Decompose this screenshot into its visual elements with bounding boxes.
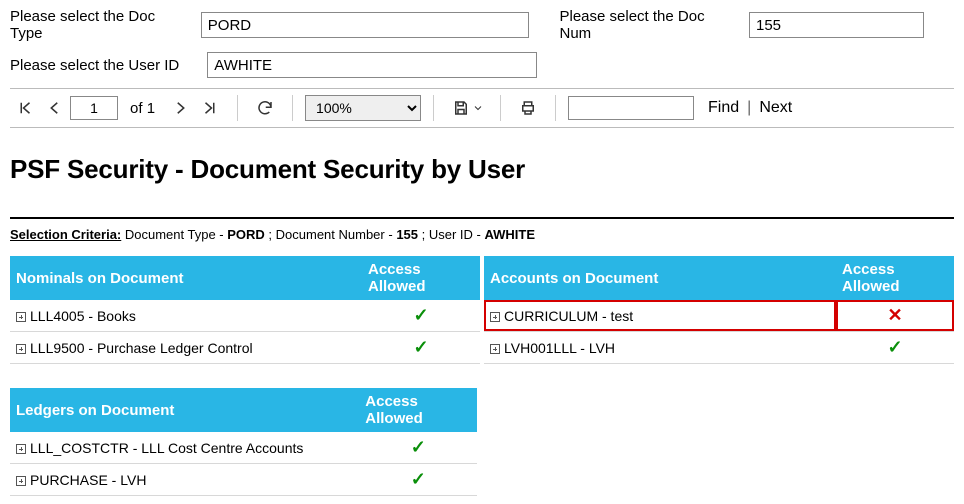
row-access-cell: ✓ (362, 332, 480, 364)
refresh-button[interactable] (254, 97, 276, 119)
row-label-cell: CURRICULUM - test (484, 300, 836, 332)
accounts-hdr-name: Accounts on Document (484, 256, 836, 300)
user-id-input[interactable] (207, 52, 537, 78)
ledgers-hdr-access: Access Allowed (359, 388, 477, 432)
row-label-cell: LLL9500 - Purchase Ledger Control (10, 332, 362, 364)
report-title: PSF Security - Document Security by User (10, 154, 954, 185)
row-access-cell: ✓ (362, 300, 480, 332)
param-row-1: Please select the Doc Type Please select… (10, 8, 954, 42)
title-divider (10, 217, 954, 219)
row-label-cell: LLL_COSTCTR - LLL Cost Centre Accounts (10, 432, 359, 464)
param-row-2: Please select the User ID (10, 52, 954, 78)
nominals-hdr-access: Access Allowed (362, 256, 480, 300)
find-input[interactable] (568, 96, 694, 120)
nominals-table: Nominals on Document Access Allowed LLL4… (10, 256, 480, 364)
tick-icon: ✓ (411, 469, 426, 489)
expand-icon[interactable] (16, 444, 26, 454)
row-access-cell: ✓ (359, 432, 477, 464)
tick-icon: ✓ (411, 437, 426, 457)
first-page-button[interactable] (14, 97, 36, 119)
accounts-hdr-access: Access Allowed (836, 256, 954, 300)
report-toolbar: of 1 100% Find | Next (10, 88, 954, 128)
page-number-input[interactable] (70, 96, 118, 120)
tick-icon: ✓ (887, 337, 902, 357)
expand-icon[interactable] (490, 344, 500, 354)
nominals-hdr-name: Nominals on Document (10, 256, 362, 300)
print-button[interactable] (517, 97, 539, 119)
ledgers-table: Ledgers on Document Access Allowed LLL_C… (10, 388, 477, 496)
selection-criteria: Selection Criteria: Document Type - PORD… (10, 227, 954, 242)
tick-icon: ✓ (413, 337, 428, 357)
row-access-cell: ✕ (836, 300, 954, 332)
table-row[interactable]: PURCHASE - LVH ✓ (10, 464, 477, 496)
table-row[interactable]: LVH001LLL - LVH ✓ (484, 332, 954, 364)
last-page-button[interactable] (199, 97, 221, 119)
next-page-button[interactable] (169, 97, 191, 119)
ledgers-body: LLL_COSTCTR - LLL Cost Centre Accounts✓P… (10, 432, 477, 496)
expand-icon[interactable] (490, 312, 500, 322)
expand-icon[interactable] (16, 344, 26, 354)
prev-page-button[interactable] (44, 97, 66, 119)
row-label-cell: PURCHASE - LVH (10, 464, 359, 496)
find-button[interactable]: Find (708, 99, 739, 117)
row-label-cell: LVH001LLL - LVH (484, 332, 836, 364)
next-button[interactable]: Next (759, 99, 792, 117)
table-row[interactable]: LLL_COSTCTR - LLL Cost Centre Accounts ✓ (10, 432, 477, 464)
find-next-divider: | (747, 99, 751, 117)
doc-num-input[interactable] (749, 12, 924, 38)
zoom-select[interactable]: 100% (305, 95, 421, 121)
tick-icon: ✓ (413, 305, 428, 325)
save-button[interactable] (450, 97, 472, 119)
doc-type-label: Please select the Doc Type (10, 8, 191, 42)
table-row[interactable]: LLL9500 - Purchase Ledger Control ✓ (10, 332, 480, 364)
table-row[interactable]: LLL4005 - Books ✓ (10, 300, 480, 332)
accounts-body: CURRICULUM - test ✕ LVH001LLL - LVH ✓ (484, 300, 954, 364)
table-row[interactable]: CURRICULUM - test ✕ (484, 300, 954, 332)
save-dropdown-icon[interactable] (472, 97, 484, 119)
row-label-cell: LLL4005 - Books (10, 300, 362, 332)
nominals-body: LLL4005 - Books✓LLL9500 - Purchase Ledge… (10, 300, 480, 364)
accounts-table: Accounts on Document Access Allowed CURR… (484, 256, 954, 364)
ledgers-hdr-name: Ledgers on Document (10, 388, 359, 432)
expand-icon[interactable] (16, 312, 26, 322)
user-id-label: Please select the User ID (10, 57, 179, 74)
row-access-cell: ✓ (836, 332, 954, 364)
row-access-cell: ✓ (359, 464, 477, 496)
doc-num-label: Please select the Doc Num (559, 8, 739, 42)
page-of-label: of 1 (130, 100, 155, 117)
doc-type-input[interactable] (201, 12, 530, 38)
cross-icon: ✕ (887, 305, 902, 325)
expand-icon[interactable] (16, 476, 26, 486)
